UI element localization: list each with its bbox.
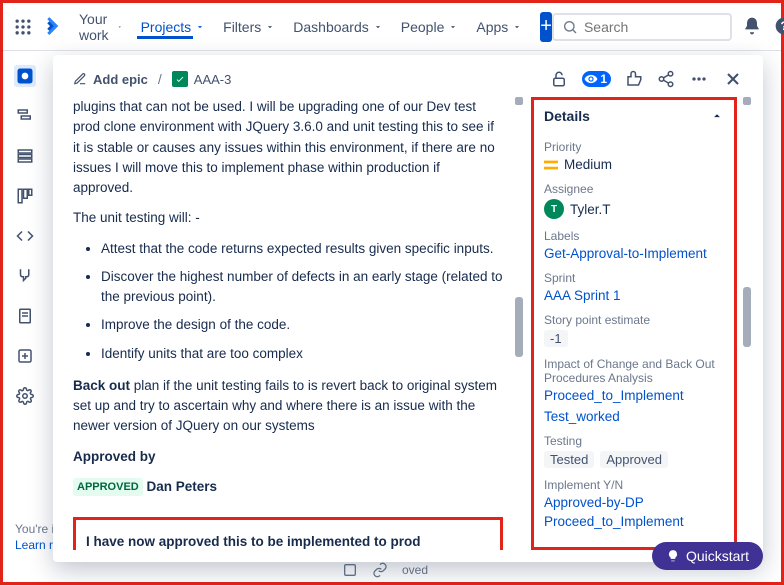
description-bullets: Attest that the code returns expected re… [101, 239, 503, 364]
modal-header: Add epic / AAA-3 1 [53, 55, 763, 93]
issue-key-link[interactable]: AAA-3 [172, 71, 232, 87]
description-area[interactable]: plugins that can not be used. I will be … [73, 97, 509, 550]
left-scrollbar[interactable] [513, 97, 523, 550]
search-icon [562, 19, 578, 35]
create-button[interactable]: + [540, 12, 552, 42]
testing-value: Approved [600, 451, 668, 468]
lock-icon[interactable] [550, 70, 568, 88]
nav-your-work[interactable]: Your work [71, 7, 131, 47]
list-item: Attest that the code returns expected re… [101, 239, 503, 259]
help-icon[interactable]: ? [774, 16, 784, 38]
share-icon[interactable] [657, 70, 675, 88]
pencil-icon [73, 72, 87, 86]
assignee-avatar: T [544, 199, 564, 219]
field-assignee[interactable]: Assignee TTyler.T [544, 182, 724, 219]
label-link[interactable]: Get-Approval-to-Implement [544, 246, 707, 261]
breadcrumb-separator: / [158, 71, 162, 87]
sidebar-project-icon[interactable] [14, 65, 36, 87]
attachment-icon[interactable] [342, 562, 358, 578]
list-item: Improve the design of the code. [101, 315, 503, 335]
sidebar-backlog-icon[interactable] [14, 145, 36, 167]
nav-people[interactable]: People [393, 15, 467, 39]
priority-medium-icon [544, 158, 558, 172]
nav-apps[interactable]: Apps [468, 15, 530, 39]
nav-filters[interactable]: Filters [215, 15, 283, 39]
chevron-up-icon [710, 109, 724, 123]
field-priority[interactable]: Priority Medium [544, 140, 724, 172]
right-scrollbar[interactable] [741, 97, 751, 550]
more-actions-icon[interactable] [689, 69, 709, 89]
sidebar-board-icon[interactable] [14, 185, 36, 207]
field-testing[interactable]: Testing Tested Approved [544, 434, 724, 468]
details-panel: Details Priority Medium Assignee TTyler.… [531, 97, 737, 550]
add-epic-button[interactable]: Add epic [73, 72, 148, 87]
backout-paragraph: Back out plan if the unit testing fails … [73, 376, 503, 437]
svg-text:?: ? [780, 20, 784, 33]
eye-icon [584, 72, 598, 86]
quickstart-button[interactable]: Quickstart [652, 542, 763, 570]
lightbulb-icon [666, 549, 680, 563]
description-paragraph: plugins that can not be used. I will be … [73, 97, 503, 198]
sprint-link[interactable]: AAA Sprint 1 [544, 288, 621, 303]
search-input[interactable] [584, 19, 704, 35]
details-toggle[interactable]: Details [544, 108, 724, 130]
field-sprint[interactable]: Sprint AAA Sprint 1 [544, 271, 724, 303]
sidebar-pages-icon[interactable] [14, 305, 36, 327]
list-item: Discover the highest number of defects i… [101, 267, 503, 308]
close-icon[interactable] [723, 69, 743, 89]
notifications-icon[interactable] [742, 16, 764, 38]
implement-value[interactable]: Approved-by-DP [544, 495, 644, 510]
search-input-wrap[interactable] [552, 13, 732, 41]
top-nav: Your work Projects Filters Dashboards Pe… [3, 3, 781, 51]
link-icon[interactable] [372, 562, 388, 578]
field-implement[interactable]: Implement Y/N Approved-by-DP Proceed_to_… [544, 478, 724, 529]
nav-projects[interactable]: Projects [133, 15, 214, 39]
sidebar-settings-icon[interactable] [14, 385, 36, 407]
sidebar-releases-icon[interactable] [14, 265, 36, 287]
project-sidebar [3, 51, 47, 582]
impact-value[interactable]: Proceed_to_Implement [544, 388, 684, 403]
like-icon[interactable] [625, 70, 643, 88]
primary-nav: Your work Projects Filters Dashboards Pe… [71, 7, 530, 47]
list-item: Identify units that are too complex [101, 344, 503, 364]
field-labels[interactable]: Labels Get-Approval-to-Implement [544, 229, 724, 261]
approver-line: APPROVED Dan Peters [73, 477, 503, 497]
field-story-points[interactable]: Story point estimate -1 [544, 313, 724, 347]
status-fragment: oved [402, 563, 428, 577]
description-paragraph: The unit testing will: - [73, 208, 503, 228]
sidebar-code-icon[interactable] [14, 225, 36, 247]
sidebar-roadmap-icon[interactable] [14, 105, 36, 127]
field-impact[interactable]: Impact of Change and Back Out Procedures… [544, 357, 724, 424]
issue-modal: Add epic / AAA-3 1 plugins that can not … [53, 55, 763, 562]
testing-value: Tested [544, 451, 594, 468]
approved-by-heading: Approved by [73, 447, 503, 467]
jira-logo-icon[interactable] [39, 15, 61, 39]
sidebar-add-item-icon[interactable] [14, 345, 36, 367]
issue-type-icon [172, 71, 188, 87]
app-switcher-icon[interactable] [13, 15, 33, 39]
highlighted-comment: I have now approved this to be implement… [73, 517, 503, 550]
nav-dashboards[interactable]: Dashboards [285, 15, 391, 39]
implement-value[interactable]: Proceed_to_Implement [544, 514, 684, 529]
watch-button[interactable]: 1 [582, 71, 611, 87]
impact-value[interactable]: Test_worked [544, 409, 620, 424]
modal-footer-icons: oved [342, 562, 428, 578]
approved-lozenge: APPROVED [73, 478, 143, 497]
